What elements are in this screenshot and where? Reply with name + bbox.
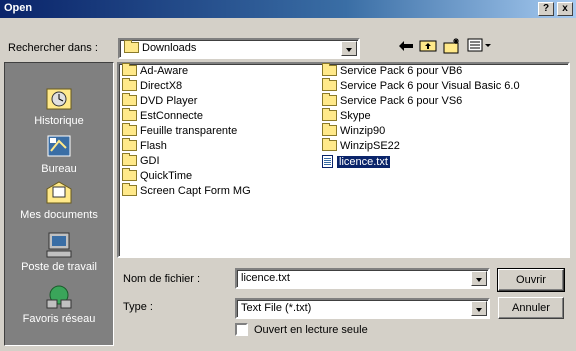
desktop-icon [47,135,71,157]
places-bar: Historique Bureau Mes documents Poste de… [4,62,114,346]
folder-icon [122,153,137,166]
folder-icon [122,63,137,76]
filename-dropdown-button[interactable] [471,271,487,286]
my-documents-icon [46,181,72,204]
close-button[interactable]: x [557,2,573,16]
list-item[interactable]: QuickTime [122,168,192,185]
folder-icon [122,108,137,121]
help-button[interactable]: ? [538,2,554,16]
list-item[interactable]: Service Pack 6 pour Visual Basic 6.0 [322,78,520,95]
readonly-label[interactable]: Ouvert en lecture seule [254,324,368,336]
cancel-button[interactable]: Annuler [498,297,564,319]
place-label: Bureau [41,163,77,175]
folder-icon [322,93,337,106]
list-item-selected[interactable]: licence.txt [322,155,391,170]
place-my-computer[interactable]: Poste de travail [5,231,113,273]
filename-label: Nom de fichier : [123,273,201,285]
filename-value: licence.txt [241,272,290,284]
window-title: Open [4,2,33,14]
list-item[interactable]: Service Pack 6 pour VB6 [322,63,462,80]
list-item[interactable]: Ad-Aware [122,63,188,80]
lookin-label: Rechercher dans : [8,42,98,54]
list-item[interactable]: EstConnecte [122,108,203,125]
title-bar[interactable]: Open ? x [0,0,576,18]
place-desktop[interactable]: Bureau [5,133,113,175]
file-list[interactable]: Ad-Aware DirectX8 DVD Player EstConnecte… [117,62,570,258]
folder-icon [122,168,137,181]
network-icon [46,285,72,309]
filetype-dropdown-button[interactable] [471,301,487,316]
list-item[interactable]: Screen Capt Form MG [122,183,251,200]
filetype-value: Text File (*.txt) [241,302,312,314]
back-arrow-icon[interactable] [396,38,416,58]
folder-icon [122,93,137,106]
place-history[interactable]: Historique [5,85,113,127]
lookin-combo[interactable]: Downloads [118,38,360,59]
view-menu-icon[interactable] [466,38,494,58]
list-item[interactable]: DirectX8 [122,78,182,95]
place-label: Poste de travail [21,261,97,273]
folder-icon [122,183,137,196]
text-file-icon [322,155,333,168]
folder-icon [122,138,137,151]
place-my-documents[interactable]: Mes documents [5,179,113,221]
new-folder-icon[interactable] [442,38,462,58]
folder-icon [322,63,337,76]
folder-icon [122,123,137,136]
filetype-label: Type : [123,301,153,313]
place-network[interactable]: Favoris réseau [5,283,113,325]
readonly-checkbox[interactable] [235,323,248,336]
place-label: Favoris réseau [22,313,96,325]
folder-icon [124,40,139,53]
folder-icon [322,123,337,136]
place-label: Historique [34,115,84,127]
list-item[interactable]: Service Pack 6 pour VS6 [322,93,462,110]
filetype-select[interactable]: Text File (*.txt) [235,298,490,319]
open-button[interactable]: Ouvrir [497,268,565,292]
folder-icon [322,108,337,121]
up-folder-icon[interactable] [418,38,438,58]
folder-icon [322,78,337,91]
list-item[interactable]: Winzip90 [322,123,385,140]
folder-icon [322,138,337,151]
lookin-value: Downloads [142,42,197,54]
list-item[interactable]: DVD Player [122,93,197,110]
filename-field[interactable]: licence.txt [235,268,490,289]
open-dialog: Open ? x Rechercher dans : Downloads His… [0,0,576,351]
history-icon [46,88,72,110]
list-item[interactable]: Feuille transparente [122,123,237,140]
folder-icon [122,78,137,91]
lookin-dropdown-button[interactable] [341,41,357,56]
my-computer-icon [46,232,72,258]
list-item[interactable]: WinzipSE22 [322,138,400,155]
place-label: Mes documents [20,209,98,221]
